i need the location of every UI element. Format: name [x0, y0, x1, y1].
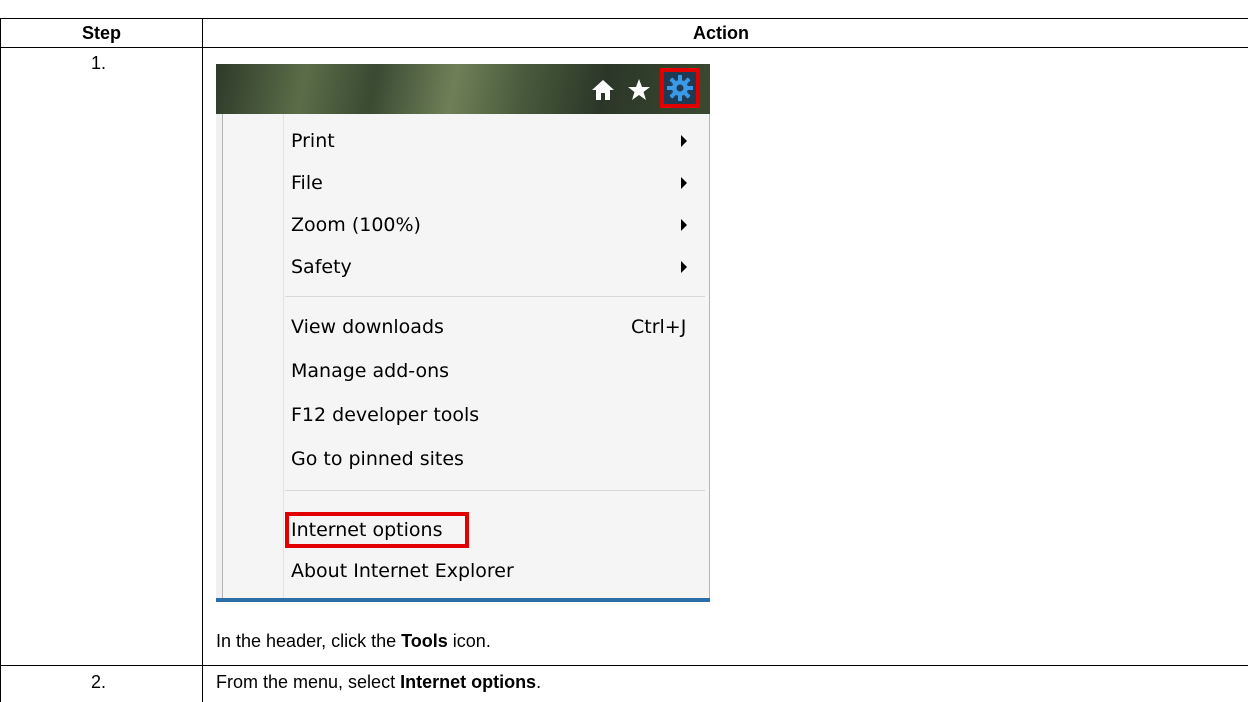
header-action: Action: [693, 23, 749, 43]
header-step: Step: [82, 23, 122, 43]
menu-item-zoom[interactable]: Zoom (100%): [291, 204, 421, 246]
header-bottom-border: [0, 47, 1248, 48]
menu-item-safety[interactable]: Safety: [291, 246, 352, 288]
menu-item-f12-developer-tools[interactable]: F12 developer tools: [291, 394, 479, 436]
ie-command-bar: [216, 64, 710, 114]
ie-tools-menu-screenshot: Print File Zoom (100%) Safety View downl…: [216, 64, 710, 602]
step-number-2: 2.: [91, 672, 107, 692]
step-number-1: 1.: [91, 53, 107, 73]
step-1-instruction: In the header, click the Tools icon.: [216, 631, 491, 651]
screenshot-bottom-edge: [216, 598, 710, 602]
submenu-arrow-icon: [681, 219, 687, 231]
menu-separator: [285, 490, 705, 491]
menu-item-about-internet-explorer[interactable]: About Internet Explorer: [291, 550, 514, 592]
submenu-arrow-icon: [681, 261, 687, 273]
left-border: [0, 18, 1, 702]
tools-label: Tools: [401, 631, 448, 651]
menu-gutter: [283, 114, 284, 598]
menu-item-file[interactable]: File: [291, 162, 323, 204]
step-2-instruction: From the menu, select Internet options.: [216, 672, 542, 692]
table-top-border: [0, 18, 1248, 19]
shortcut-ctrl-j: Ctrl+J: [631, 316, 687, 338]
internet-options-highlight: [285, 512, 469, 548]
gear-icon[interactable]: [660, 68, 700, 108]
internet-options-label: Internet options: [400, 672, 537, 692]
star-icon: [624, 77, 654, 103]
menu-item-manage-add-ons[interactable]: Manage add-ons: [291, 350, 449, 392]
submenu-arrow-icon: [681, 177, 687, 189]
menu-item-go-to-pinned-sites[interactable]: Go to pinned sites: [291, 438, 464, 480]
row-divider: [0, 665, 1248, 666]
submenu-arrow-icon: [681, 135, 687, 147]
menu-item-print[interactable]: Print: [291, 120, 335, 162]
home-icon: [588, 77, 618, 103]
column-divider: [202, 18, 203, 702]
tools-dropdown-menu: Print File Zoom (100%) Safety View downl…: [222, 114, 710, 598]
menu-item-view-downloads[interactable]: View downloads: [291, 306, 444, 348]
menu-separator: [285, 296, 705, 297]
